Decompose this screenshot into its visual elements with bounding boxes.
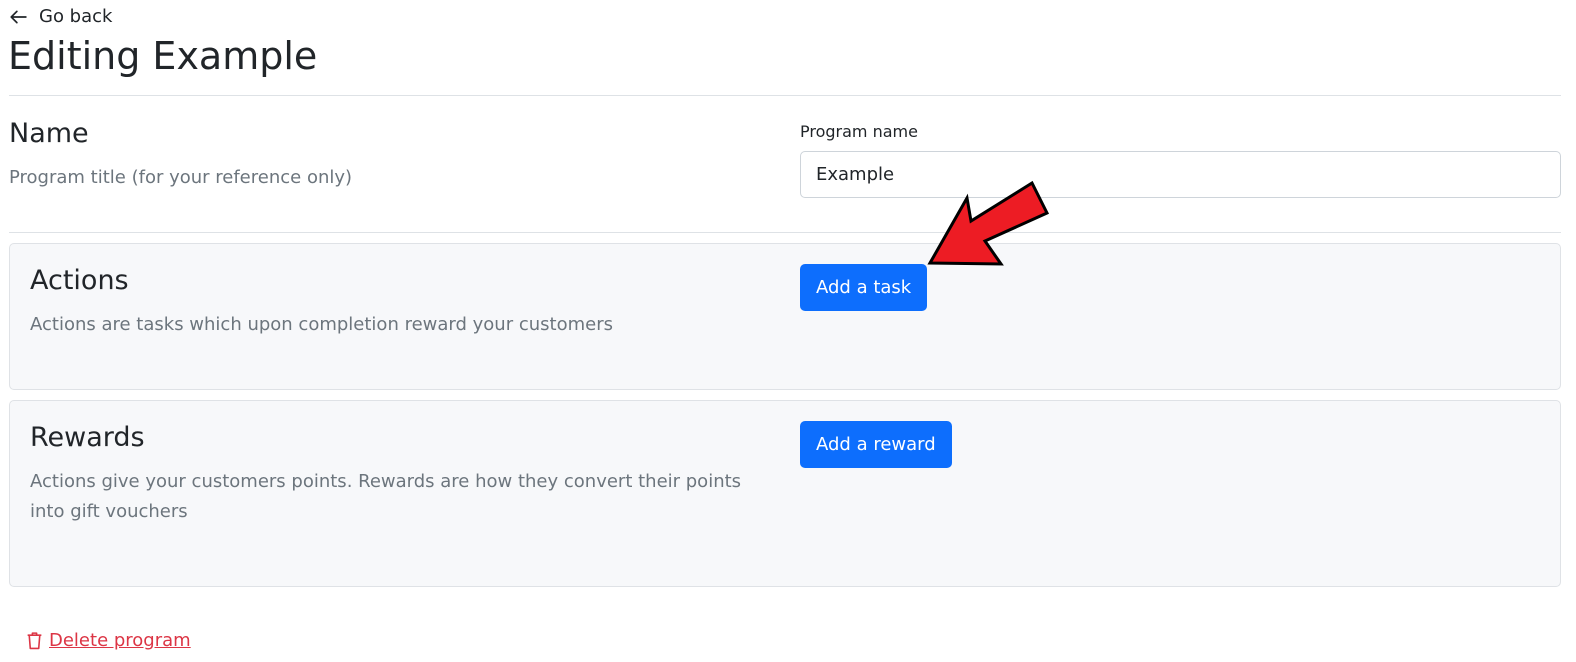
- name-section-title: Name: [9, 118, 89, 149]
- title-divider: [9, 95, 1561, 96]
- program-name-input[interactable]: [800, 151, 1561, 198]
- add-task-button[interactable]: Add a task: [800, 264, 928, 311]
- add-reward-button[interactable]: Add a reward: [800, 421, 952, 468]
- section-divider: [9, 232, 1561, 233]
- go-back-link[interactable]: Go back: [9, 6, 112, 27]
- program-edit-page: Go back Editing Example Name Program tit…: [0, 0, 1576, 662]
- trash-icon: [27, 632, 42, 650]
- actions-section-description: Actions are tasks which upon completion …: [30, 314, 613, 335]
- delete-program-link[interactable]: Delete program: [26, 630, 191, 651]
- program-name-label: Program name: [800, 122, 918, 141]
- page-title: Editing Example: [8, 34, 318, 78]
- arrow-left-icon: [10, 10, 27, 23]
- delete-program-label: Delete program: [49, 630, 191, 651]
- go-back-label: Go back: [39, 6, 113, 27]
- annotation-arrow-icon: [927, 180, 1050, 266]
- rewards-section-description: Actions give your customers points. Rewa…: [30, 471, 742, 522]
- name-section-description: Program title (for your reference only): [9, 167, 353, 188]
- actions-section-title: Actions: [30, 265, 129, 296]
- rewards-section-title: Rewards: [30, 422, 145, 453]
